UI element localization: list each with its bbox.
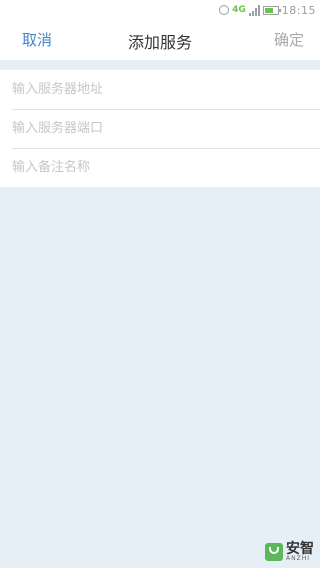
page-title: 添加服务 bbox=[127, 33, 192, 52]
status-icons: 4G 18:15 bbox=[219, 2, 316, 18]
confirm-button[interactable]: 确定 bbox=[274, 29, 304, 50]
status-bar: 4G 18:15 bbox=[0, 0, 320, 20]
server-form bbox=[0, 70, 320, 187]
signal-icon bbox=[248, 4, 260, 16]
server-address-input[interactable] bbox=[12, 78, 308, 100]
server-address-row bbox=[0, 70, 320, 109]
remark-name-row bbox=[0, 148, 320, 187]
alarm-icon bbox=[219, 5, 230, 15]
watermark-brand-cn: 安智 bbox=[286, 541, 314, 557]
server-port-input[interactable] bbox=[12, 117, 308, 139]
anzhi-watermark: 安智 ANZHI bbox=[265, 541, 314, 563]
status-time: 18:15 bbox=[281, 3, 316, 17]
remark-name-input[interactable] bbox=[12, 156, 308, 178]
battery-icon bbox=[262, 5, 281, 15]
anzhi-logo-icon bbox=[265, 543, 283, 561]
network-type-label: 4G bbox=[232, 5, 246, 15]
server-port-row bbox=[0, 109, 320, 148]
navigation-bar: 取消 添加服务 确定 bbox=[0, 20, 320, 60]
watermark-brand-en: ANZHI bbox=[286, 555, 310, 562]
